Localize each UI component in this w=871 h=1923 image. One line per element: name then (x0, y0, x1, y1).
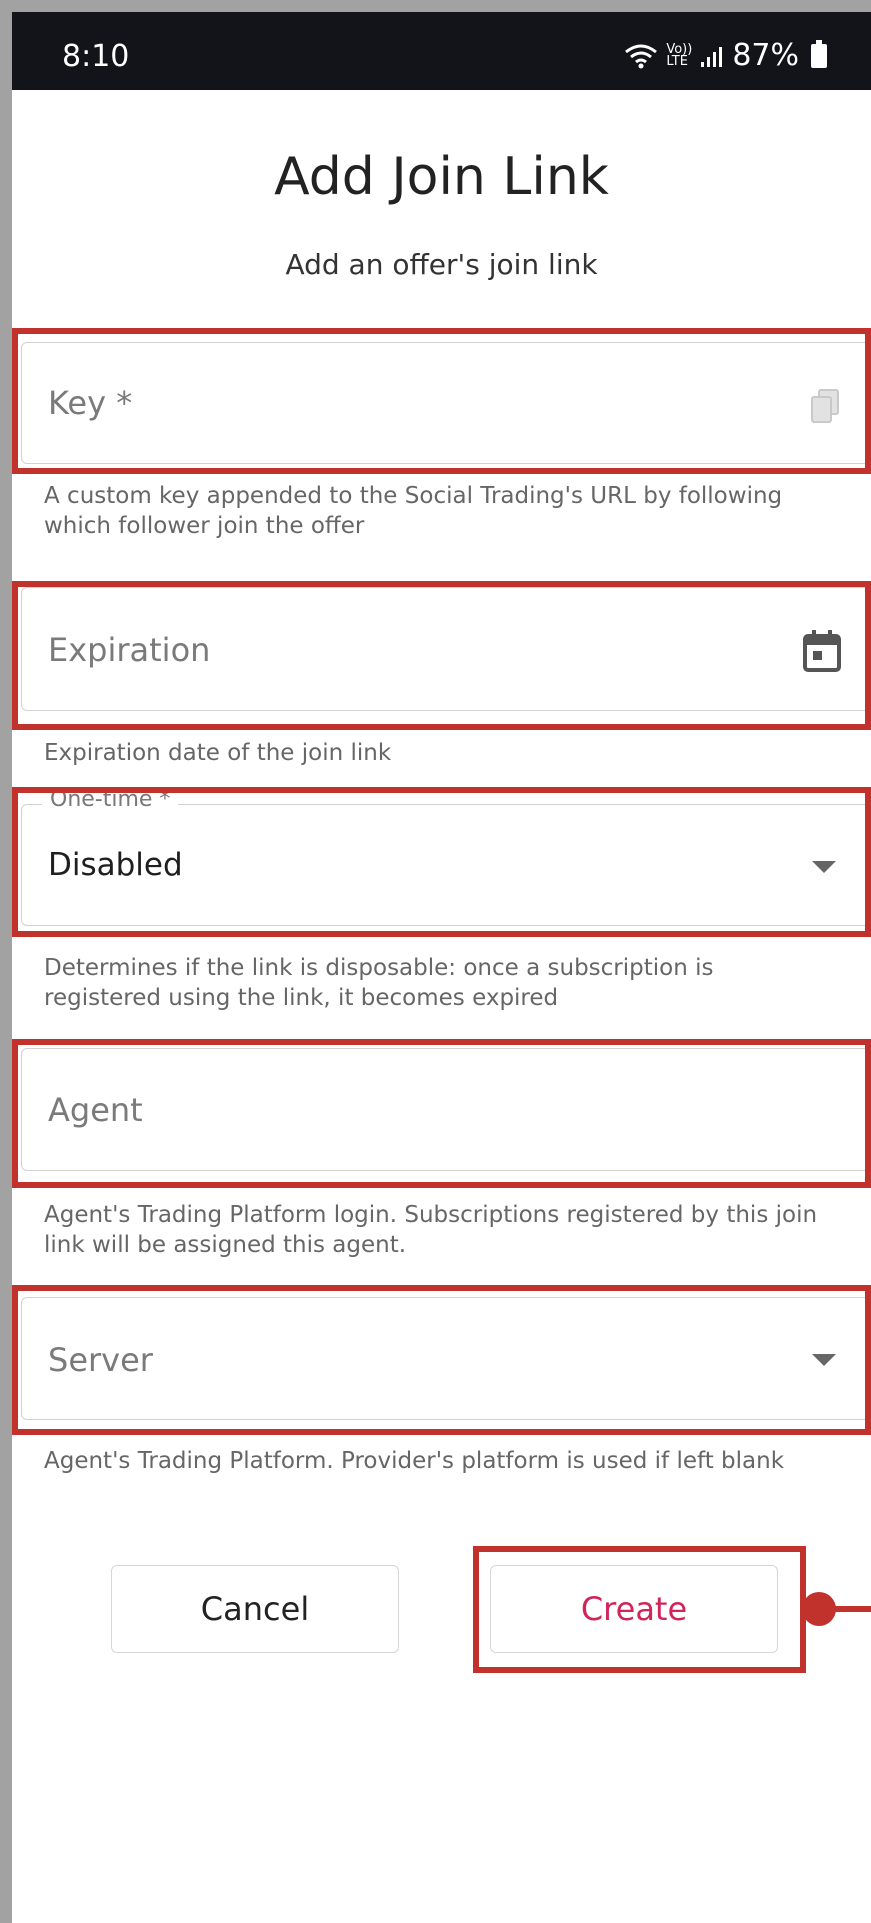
cancel-button[interactable]: Cancel (111, 1565, 399, 1653)
calendar-icon[interactable] (802, 629, 842, 673)
dialog-title: Add Join Link (274, 147, 609, 207)
agent-input[interactable]: Agent (21, 1048, 871, 1171)
key-input[interactable]: Key * (21, 342, 871, 464)
expiration-input[interactable]: Expiration (21, 587, 871, 711)
status-icons: Vo)) LTE 87% (624, 38, 827, 73)
copy-icon[interactable] (810, 388, 840, 424)
dialog-subtitle: Add an offer's join link (285, 248, 598, 281)
one-time-value: Disabled (48, 847, 183, 883)
battery-percent: 87% (732, 38, 799, 73)
chevron-down-icon (812, 861, 836, 873)
annotation-pointer-dot (802, 1592, 836, 1626)
volte-indicator: Vo)) LTE (666, 41, 693, 69)
expiration-placeholder: Expiration (48, 631, 211, 669)
agent-placeholder: Agent (48, 1091, 143, 1129)
one-time-helper-text: Determines if the link is disposable: on… (44, 955, 714, 1011)
annotation-pointer-line (832, 1606, 871, 1612)
app-screen: 8:10 Vo)) LTE 87% Add Join Link Add an o… (12, 12, 871, 1923)
status-bar: 8:10 Vo)) LTE 87% (12, 12, 871, 90)
agent-helper-text: Agent's Trading Platform login. Subscrip… (44, 1202, 818, 1258)
status-time: 8:10 (62, 39, 130, 74)
signal-icon (701, 46, 723, 67)
one-time-label: One-time * (42, 787, 179, 812)
server-helper-text: Agent's Trading Platform. Provider's pla… (44, 1448, 785, 1474)
create-highlight (473, 1546, 806, 1673)
chevron-down-icon (812, 1354, 836, 1366)
key-helper-text: A custom key appended to the Social Trad… (44, 483, 783, 539)
server-select[interactable]: Server (21, 1297, 871, 1420)
one-time-select[interactable]: One-time * Disabled (21, 787, 871, 926)
expiration-helper-text: Expiration date of the join link (44, 740, 392, 766)
key-placeholder: Key * (48, 384, 133, 422)
wifi-icon (625, 44, 658, 68)
battery-icon (811, 39, 827, 68)
server-placeholder: Server (48, 1341, 153, 1379)
